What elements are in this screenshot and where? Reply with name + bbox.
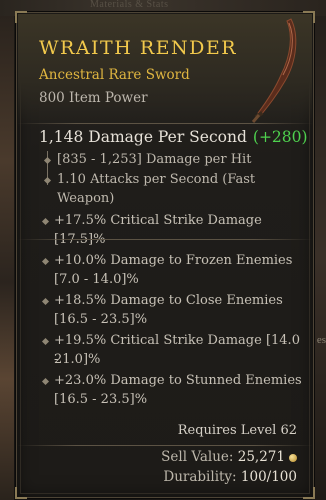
affix-line: +23.0% Damage to Stunned Enemies xyxy=(54,373,302,388)
affix-range: [16.5 - 23.5]% xyxy=(54,312,148,327)
frame-corner xyxy=(303,11,315,23)
background-right-text: es xyxy=(316,334,326,346)
attack-speed-line1: 1.10 Attacks per Second (Fast xyxy=(57,172,256,187)
affix-range: [16.5 - 23.5]% xyxy=(54,392,148,407)
affix-line: +10.0% Damage to Frozen Enemies xyxy=(54,253,293,268)
affix-range: [7.0 - 14.0]% xyxy=(54,272,139,287)
curved-sword-icon xyxy=(251,18,297,123)
affix-line: +18.5% Damage to Close Enemies xyxy=(54,293,283,308)
game-scene: Materials & Stats es WRAITH RENDER Ances… xyxy=(0,0,326,500)
item-type: Ancestral Rare Sword xyxy=(39,67,190,83)
frame-corner xyxy=(303,487,315,499)
bullet-diamond-icon xyxy=(41,257,50,266)
damage-per-hit: [835 - 1,253] Damage per Hit xyxy=(57,152,252,167)
frame-corner xyxy=(15,11,27,23)
damage-per-second: 1,148 Damage Per Second (+280) xyxy=(39,128,308,146)
durability-label: Durability: xyxy=(163,469,237,485)
sell-value: Sell Value: 25,271 xyxy=(161,449,297,465)
affix-range: 21.0]% xyxy=(54,352,101,367)
gold-coin-icon xyxy=(289,453,297,462)
bullet-diamond-icon xyxy=(41,297,50,306)
bullet-diamond-icon xyxy=(41,337,50,346)
item-tooltip: WRAITH RENDER Ancestral Rare Sword 800 I… xyxy=(15,11,315,499)
frame-corner xyxy=(15,487,27,499)
item-power: 800 Item Power xyxy=(39,90,148,106)
section-divider xyxy=(17,239,313,240)
bullet-diamond-icon xyxy=(41,217,50,226)
implicit-affix: +17.5% Critical Strike Damage [17.5]% xyxy=(54,213,262,247)
sell-value-amount: 25,271 xyxy=(237,449,285,465)
dps-delta: (+280) xyxy=(252,128,308,146)
item-name: WRAITH RENDER xyxy=(39,37,238,59)
section-divider xyxy=(17,123,313,124)
background-left-strip xyxy=(0,16,14,500)
attack-speed-line2: Weapon) xyxy=(57,191,115,206)
level-requirement: Requires Level 62 xyxy=(177,423,297,438)
bullet-diamond-icon xyxy=(41,377,50,386)
background-right-strip xyxy=(312,16,326,500)
sell-value-label: Sell Value: xyxy=(161,449,234,465)
section-divider xyxy=(17,445,313,446)
background-panel-title: Materials & Stats xyxy=(90,0,169,10)
durability-value: 100/100 xyxy=(240,469,297,485)
dps-value: 1,148 Damage Per Second xyxy=(39,128,247,146)
durability: Durability: 100/100 xyxy=(163,469,297,485)
